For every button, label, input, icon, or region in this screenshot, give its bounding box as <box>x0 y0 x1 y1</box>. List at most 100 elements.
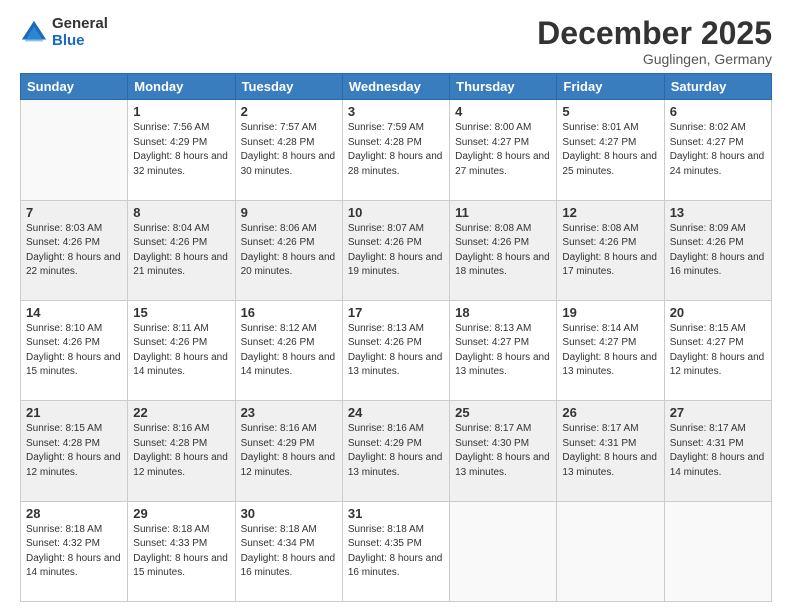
calendar-cell: 7 Sunrise: 8:03 AMSunset: 4:26 PMDaylight… <box>21 200 128 300</box>
calendar-cell: 22Sunrise: 8:16 AMSunset: 4:28 PMDayligh… <box>128 401 235 501</box>
weekday-header-monday: Monday <box>128 74 235 100</box>
day-info: Sunrise: 8:17 AMSunset: 4:31 PMDaylight:… <box>562 423 657 478</box>
calendar-cell <box>21 100 128 200</box>
day-number: 24 <box>348 405 444 420</box>
day-number: 22 <box>133 405 229 420</box>
calendar-cell: 4Sunrise: 8:00 AMSunset: 4:27 PMDaylight… <box>450 100 557 200</box>
day-number: 1 <box>133 104 229 119</box>
calendar-cell: 19Sunrise: 8:14 AMSunset: 4:27 PMDayligh… <box>557 300 664 400</box>
day-info: Sunrise: 8:08 AMSunset: 4:26 PMDaylight:… <box>562 223 657 278</box>
calendar-cell: 27Sunrise: 8:17 AMSunset: 4:31 PMDayligh… <box>664 401 771 501</box>
subtitle: Guglingen, Germany <box>537 51 772 67</box>
logo-blue: Blue <box>52 33 108 50</box>
day-number: 23 <box>241 405 337 420</box>
day-number: 28 <box>26 506 122 521</box>
calendar-cell: 25 Sunrise: 8:17 AMSunset: 4:30 PMDayligh… <box>450 401 557 501</box>
page: General Blue December 2025 Guglingen, Ge… <box>0 0 792 612</box>
calendar-cell: 21 Sunrise: 8:15 AMSunset: 4:28 PMDayligh… <box>21 401 128 501</box>
calendar-week-row: 21 Sunrise: 8:15 AMSunset: 4:28 PMDayligh… <box>21 401 772 501</box>
day-number: 11 <box>455 205 551 220</box>
day-number: 12 <box>562 205 658 220</box>
day-number: 9 <box>241 205 337 220</box>
day-info: Sunrise: 8:18 AMSunset: 4:35 PMDaylight:… <box>348 524 443 579</box>
day-info: Sunrise: 8:02 AMSunset: 4:27 PMDaylight:… <box>670 122 765 177</box>
day-number: 31 <box>348 506 444 521</box>
calendar-cell: 12 Sunrise: 8:08 AMSunset: 4:26 PMDayligh… <box>557 200 664 300</box>
calendar-cell: 17 Sunrise: 8:13 AMSunset: 4:26 PMDayligh… <box>342 300 449 400</box>
day-number: 29 <box>133 506 229 521</box>
day-number: 3 <box>348 104 444 119</box>
logo-general: General <box>52 16 108 33</box>
day-info: Sunrise: 8:07 AMSunset: 4:26 PMDaylight:… <box>348 223 443 278</box>
calendar-cell: 5Sunrise: 8:01 AMSunset: 4:27 PMDaylight… <box>557 100 664 200</box>
day-number: 30 <box>241 506 337 521</box>
weekday-header-saturday: Saturday <box>664 74 771 100</box>
day-number: 21 <box>26 405 122 420</box>
day-info: Sunrise: 8:11 AMSunset: 4:26 PMDaylight:… <box>133 323 228 378</box>
day-info: Sunrise: 8:18 AMSunset: 4:34 PMDaylight:… <box>241 524 336 579</box>
calendar-cell: 29 Sunrise: 8:18 AMSunset: 4:33 PMDayligh… <box>128 501 235 601</box>
day-info: Sunrise: 8:08 AMSunset: 4:26 PMDaylight:… <box>455 223 550 278</box>
day-number: 16 <box>241 305 337 320</box>
calendar-cell: 14 Sunrise: 8:10 AMSunset: 4:26 PMDayligh… <box>21 300 128 400</box>
calendar-cell: 2Sunrise: 7:57 AMSunset: 4:28 PMDaylight… <box>235 100 342 200</box>
calendar-table: SundayMondayTuesdayWednesdayThursdayFrid… <box>20 73 772 602</box>
day-info: Sunrise: 8:15 AMSunset: 4:27 PMDaylight:… <box>670 323 765 378</box>
day-info: Sunrise: 8:13 AMSunset: 4:26 PMDaylight:… <box>348 323 443 378</box>
day-number: 4 <box>455 104 551 119</box>
day-number: 15 <box>133 305 229 320</box>
logo: General Blue <box>20 16 108 49</box>
day-info: Sunrise: 8:18 AMSunset: 4:32 PMDaylight:… <box>26 524 121 579</box>
calendar-cell: 20 Sunrise: 8:15 AMSunset: 4:27 PMDayligh… <box>664 300 771 400</box>
calendar-cell: 8 Sunrise: 8:04 AMSunset: 4:26 PMDaylight… <box>128 200 235 300</box>
calendar-cell: 18Sunrise: 8:13 AMSunset: 4:27 PMDayligh… <box>450 300 557 400</box>
calendar-week-row: 28 Sunrise: 8:18 AMSunset: 4:32 PMDayligh… <box>21 501 772 601</box>
day-info: Sunrise: 8:01 AMSunset: 4:27 PMDaylight:… <box>562 122 657 177</box>
calendar-cell: 30 Sunrise: 8:18 AMSunset: 4:34 PMDayligh… <box>235 501 342 601</box>
calendar-cell: 1 Sunrise: 7:56 AMSunset: 4:29 PMDaylight… <box>128 100 235 200</box>
day-number: 25 <box>455 405 551 420</box>
day-info: Sunrise: 7:59 AMSunset: 4:28 PMDaylight:… <box>348 122 443 177</box>
calendar-cell <box>557 501 664 601</box>
day-info: Sunrise: 8:18 AMSunset: 4:33 PMDaylight:… <box>133 524 228 579</box>
day-number: 17 <box>348 305 444 320</box>
day-info: Sunrise: 8:04 AMSunset: 4:26 PMDaylight:… <box>133 223 228 278</box>
day-number: 6 <box>670 104 766 119</box>
title-section: December 2025 Guglingen, Germany <box>537 16 772 67</box>
day-number: 14 <box>26 305 122 320</box>
day-number: 13 <box>670 205 766 220</box>
calendar-cell: 31 Sunrise: 8:18 AMSunset: 4:35 PMDayligh… <box>342 501 449 601</box>
calendar-cell <box>450 501 557 601</box>
day-number: 20 <box>670 305 766 320</box>
weekday-header-friday: Friday <box>557 74 664 100</box>
day-info: Sunrise: 8:03 AMSunset: 4:26 PMDaylight:… <box>26 223 121 278</box>
calendar-cell: 15 Sunrise: 8:11 AMSunset: 4:26 PMDayligh… <box>128 300 235 400</box>
calendar-cell: 10 Sunrise: 8:07 AMSunset: 4:26 PMDayligh… <box>342 200 449 300</box>
day-number: 8 <box>133 205 229 220</box>
calendar-cell: 23 Sunrise: 8:16 AMSunset: 4:29 PMDayligh… <box>235 401 342 501</box>
day-number: 27 <box>670 405 766 420</box>
day-info: Sunrise: 8:10 AMSunset: 4:26 PMDaylight:… <box>26 323 121 378</box>
calendar-cell: 28 Sunrise: 8:18 AMSunset: 4:32 PMDayligh… <box>21 501 128 601</box>
calendar-cell: 6 Sunrise: 8:02 AMSunset: 4:27 PMDaylight… <box>664 100 771 200</box>
day-number: 7 <box>26 205 122 220</box>
header: General Blue December 2025 Guglingen, Ge… <box>20 16 772 67</box>
day-info: Sunrise: 8:14 AMSunset: 4:27 PMDaylight:… <box>562 323 657 378</box>
day-info: Sunrise: 8:17 AMSunset: 4:30 PMDaylight:… <box>455 423 550 478</box>
day-info: Sunrise: 8:06 AMSunset: 4:26 PMDaylight:… <box>241 223 336 278</box>
day-info: Sunrise: 7:56 AMSunset: 4:29 PMDaylight:… <box>133 122 228 177</box>
day-number: 2 <box>241 104 337 119</box>
day-number: 10 <box>348 205 444 220</box>
calendar-cell: 13Sunrise: 8:09 AMSunset: 4:26 PMDayligh… <box>664 200 771 300</box>
main-title: December 2025 <box>537 16 772 51</box>
day-info: Sunrise: 8:15 AMSunset: 4:28 PMDaylight:… <box>26 423 121 478</box>
day-info: Sunrise: 8:16 AMSunset: 4:29 PMDaylight:… <box>241 423 336 478</box>
calendar-cell: 16Sunrise: 8:12 AMSunset: 4:26 PMDayligh… <box>235 300 342 400</box>
calendar-cell: 11 Sunrise: 8:08 AMSunset: 4:26 PMDayligh… <box>450 200 557 300</box>
calendar-cell: 26Sunrise: 8:17 AMSunset: 4:31 PMDayligh… <box>557 401 664 501</box>
calendar-cell: 3 Sunrise: 7:59 AMSunset: 4:28 PMDaylight… <box>342 100 449 200</box>
weekday-header-wednesday: Wednesday <box>342 74 449 100</box>
calendar-week-row: 1 Sunrise: 7:56 AMSunset: 4:29 PMDaylight… <box>21 100 772 200</box>
weekday-header-sunday: Sunday <box>21 74 128 100</box>
calendar-cell: 9 Sunrise: 8:06 AMSunset: 4:26 PMDaylight… <box>235 200 342 300</box>
